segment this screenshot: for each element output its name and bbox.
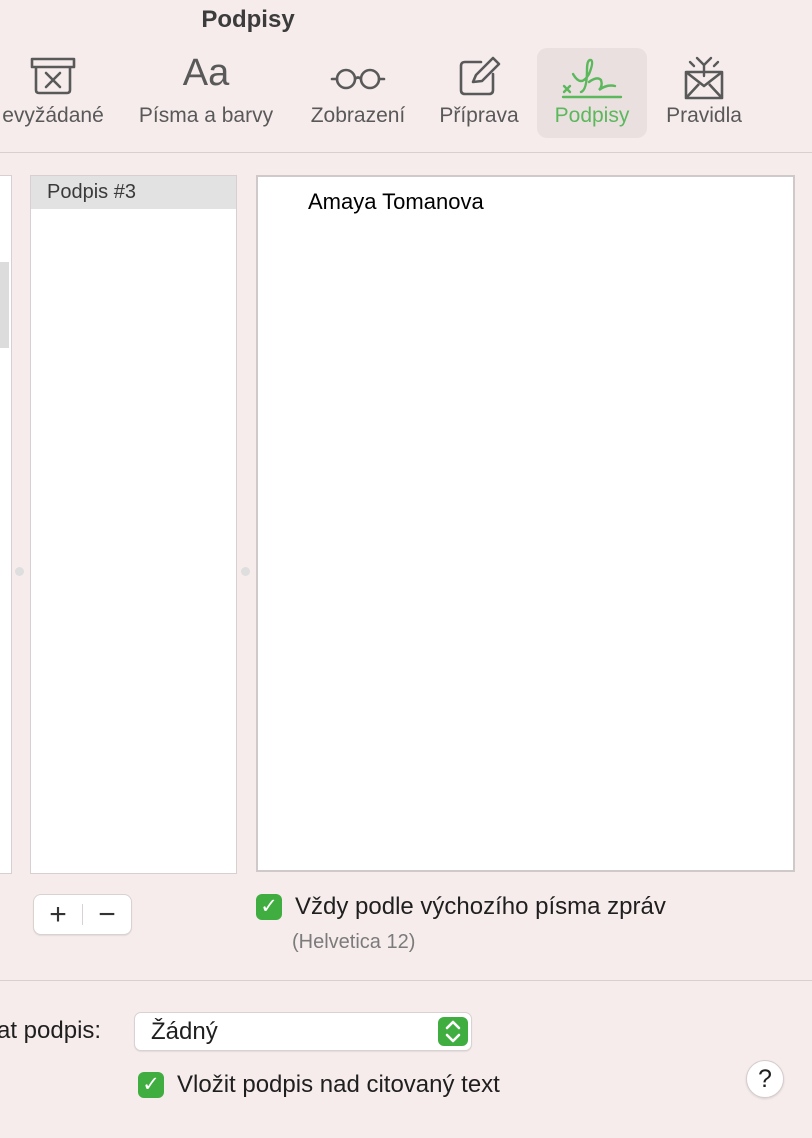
signature-editor[interactable]: Amaya Tomanova bbox=[256, 175, 795, 872]
accounts-pane-resize-handle[interactable] bbox=[15, 567, 24, 576]
toolbar-item-fonts-colors[interactable]: Aa Písma a barvy bbox=[124, 48, 288, 138]
toolbar-label-fonts-colors: Písma a barvy bbox=[138, 104, 274, 127]
toolbar-item-viewing[interactable]: Zobrazení bbox=[300, 48, 416, 138]
default-font-checkbox[interactable]: ✓ bbox=[256, 894, 282, 920]
toolbar-separator bbox=[0, 152, 812, 153]
signature-icon bbox=[561, 56, 623, 105]
checkmark-icon: ✓ bbox=[142, 1073, 160, 1096]
toolbar-label-viewing: Zobrazení bbox=[310, 104, 406, 127]
window-title: Podpisy bbox=[201, 6, 295, 33]
remove-signature-button[interactable]: − bbox=[83, 895, 131, 934]
add-remove-group: + − bbox=[33, 894, 132, 935]
choose-signature-value: Žádný bbox=[151, 1018, 218, 1045]
toolbar-label-composing: Příprava bbox=[439, 104, 519, 127]
default-font-detail: (Helvetica 12) bbox=[292, 931, 416, 953]
checkmark-icon: ✓ bbox=[260, 895, 278, 918]
fonts-aa-icon: Aa bbox=[182, 52, 230, 94]
add-signature-button[interactable]: + bbox=[34, 895, 82, 934]
toolbar-label-signatures: Podpisy bbox=[554, 104, 630, 127]
popup-chevrons-icon bbox=[438, 1017, 468, 1046]
rules-envelope-icon bbox=[680, 56, 728, 107]
signature-pane-resize-handle[interactable] bbox=[241, 567, 250, 576]
accounts-list[interactable] bbox=[0, 175, 12, 874]
toolbar-item-rules[interactable]: Pravidla bbox=[654, 48, 754, 138]
choose-signature-label: at podpis: bbox=[0, 1017, 102, 1044]
compose-icon bbox=[457, 56, 501, 103]
junk-box-icon bbox=[29, 56, 77, 101]
glasses-icon bbox=[330, 56, 386, 101]
signature-editor-text[interactable]: Amaya Tomanova bbox=[308, 189, 484, 215]
choose-signature-popup[interactable]: Žádný bbox=[134, 1012, 472, 1051]
toolbar-label-rules: Pravidla bbox=[666, 104, 742, 127]
place-above-quoted-checkbox[interactable]: ✓ bbox=[138, 1072, 164, 1098]
accounts-list-selection bbox=[0, 262, 9, 348]
toolbar-item-junk[interactable]: evyžádané bbox=[0, 48, 112, 138]
toolbar-label-junk: evyžádané bbox=[2, 104, 104, 127]
toolbar-item-composing[interactable]: Příprava bbox=[428, 48, 530, 138]
help-button[interactable]: ? bbox=[746, 1060, 784, 1098]
options-separator bbox=[0, 980, 812, 981]
toolbar-item-signatures[interactable]: Podpisy bbox=[537, 48, 647, 138]
signature-list-item[interactable]: Podpis #3 bbox=[31, 176, 236, 209]
default-font-label: Vždy podle výchozího písma zpráv bbox=[295, 893, 666, 920]
place-above-quoted-label: Vložit podpis nad citovaný text bbox=[177, 1071, 500, 1098]
signature-list[interactable]: Podpis #3 bbox=[30, 175, 237, 874]
